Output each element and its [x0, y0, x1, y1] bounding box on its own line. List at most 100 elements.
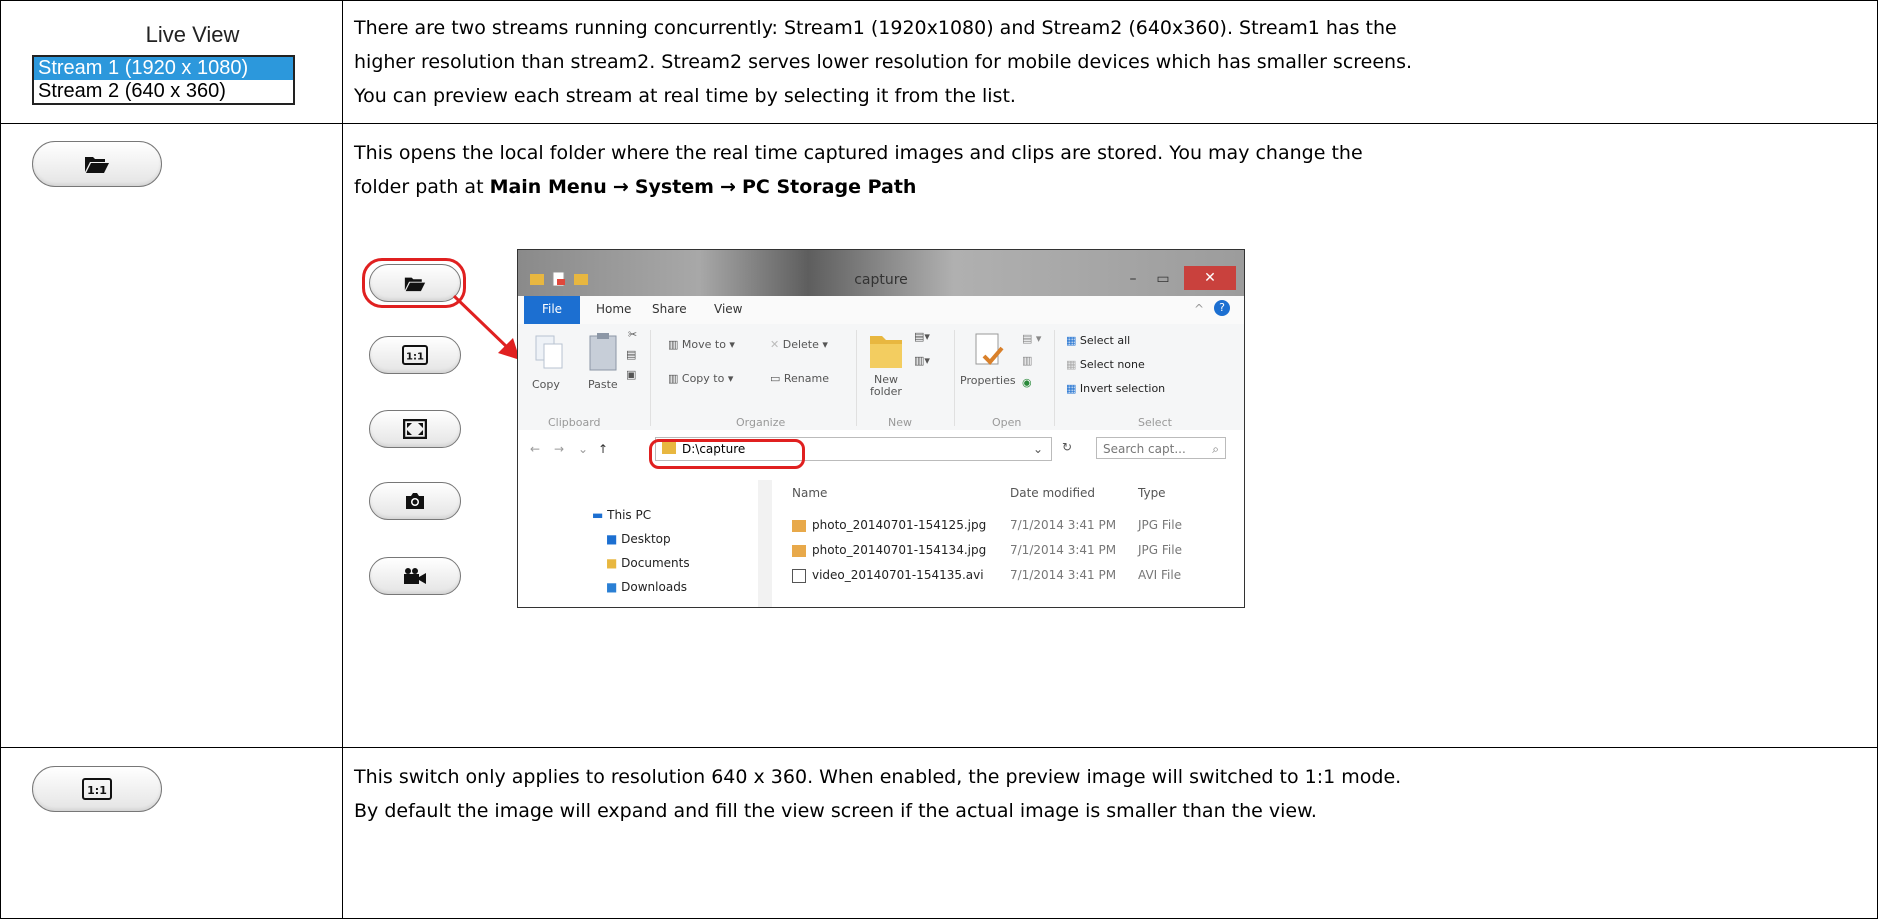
- camera-icon: [406, 493, 424, 509]
- tab-home[interactable]: Home: [596, 302, 631, 316]
- tree-item-this-pc[interactable]: ▬ This PC: [592, 508, 651, 522]
- tab-share[interactable]: Share: [652, 302, 687, 316]
- invert-selection-label: Invert selection: [1079, 382, 1166, 395]
- copy-to-button[interactable]: ▥ Copy to ▾: [668, 372, 733, 385]
- folder-icon: [85, 157, 109, 173]
- forward-icon[interactable]: →: [554, 442, 564, 456]
- easy-access-icon[interactable]: ▥▾: [914, 354, 930, 367]
- folder-icon: [404, 277, 426, 291]
- tree-label: Desktop: [621, 532, 671, 546]
- documents-icon: ■: [606, 556, 622, 570]
- minimize-icon[interactable]: –: [1120, 268, 1146, 290]
- rename-button[interactable]: ▭ Rename: [770, 372, 829, 385]
- cut-icon[interactable]: ✂: [628, 328, 637, 341]
- row1-description: There are two streams running concurrent…: [354, 11, 1864, 113]
- table-row-divider: [0, 747, 1878, 748]
- file-name: photo_20140701-154134.jpg: [812, 543, 987, 557]
- row1-line2: higher resolution than stream2. Stream2 …: [354, 51, 1413, 73]
- arrow-icon: →: [720, 176, 736, 198]
- tree-scrollbar[interactable]: [758, 480, 772, 607]
- maximize-icon[interactable]: ▭: [1150, 268, 1176, 290]
- illustration-fullscreen-button: [369, 410, 461, 448]
- rename-icon: ▭: [770, 372, 784, 385]
- stream-select-list[interactable]: Stream 1 (1920 x 1080) Stream 2 (640 x 3…: [32, 55, 295, 105]
- table-border-left: [0, 0, 1, 919]
- stream-option-1[interactable]: Stream 1 (1920 x 1080): [34, 57, 293, 80]
- column-date-modified[interactable]: Date modified: [1010, 486, 1095, 500]
- paste-icon[interactable]: [588, 332, 618, 372]
- live-view-title: Live View: [145, 22, 240, 47]
- illustration-1to1-button: 1:1: [369, 336, 461, 374]
- history-icon[interactable]: ◉: [1022, 376, 1032, 389]
- stream-option-2[interactable]: Stream 2 (640 x 360): [34, 80, 293, 103]
- delete-button[interactable]: ✕ Delete ▾: [770, 338, 828, 351]
- search-input[interactable]: Search capt... ⌕: [1096, 437, 1226, 459]
- ribbon-separator: [650, 330, 651, 426]
- group-open: Open: [992, 416, 1022, 429]
- row2-description: This opens the local folder where the re…: [354, 136, 1864, 204]
- jpg-file-icon: [792, 520, 806, 532]
- row1-line1: There are two streams running concurrent…: [354, 17, 1397, 39]
- tree-item-documents[interactable]: ■ Documents: [606, 556, 690, 570]
- path-main-menu: Main Menu: [489, 176, 607, 198]
- chevron-down-icon[interactable]: ⌄: [578, 442, 588, 456]
- jpg-file-icon: [792, 545, 806, 557]
- select-none-button[interactable]: ▦ Select none: [1066, 358, 1145, 371]
- invert-selection-button[interactable]: ▦ Invert selection: [1066, 382, 1165, 395]
- select-none-icon: ▦: [1066, 358, 1080, 371]
- paste-label: Paste: [588, 378, 618, 391]
- open-folder-button[interactable]: [32, 141, 162, 187]
- refresh-icon[interactable]: ↻: [1062, 440, 1072, 454]
- ribbon-separator: [856, 330, 857, 426]
- group-new: New: [888, 416, 912, 429]
- tree-label: This PC: [607, 508, 652, 522]
- tree-label: Downloads: [621, 580, 688, 594]
- copy-path-icon[interactable]: ▤: [626, 348, 636, 361]
- column-type[interactable]: Type: [1138, 486, 1166, 500]
- select-all-button[interactable]: ▦ Select all: [1066, 334, 1130, 347]
- up-icon[interactable]: ↑: [598, 442, 608, 456]
- properties-icon[interactable]: [974, 332, 1006, 370]
- column-name[interactable]: Name: [792, 486, 827, 500]
- new-item-icon[interactable]: ▤▾: [914, 330, 930, 343]
- computer-icon: ▬: [592, 508, 608, 522]
- file-name: photo_20140701-154125.jpg: [812, 518, 987, 532]
- group-clipboard: Clipboard: [548, 416, 601, 429]
- search-icon: ⌕: [1212, 442, 1219, 456]
- tab-file[interactable]: File: [524, 296, 580, 324]
- tree-item-desktop[interactable]: ■ Desktop: [606, 532, 671, 546]
- copy-icon[interactable]: [534, 334, 564, 372]
- edit-icon[interactable]: ▥: [1022, 354, 1032, 367]
- row3-description: This switch only applies to resolution 6…: [354, 760, 1864, 828]
- move-to-icon: ▥: [668, 338, 682, 351]
- move-to-button[interactable]: ▥ Move to ▾: [668, 338, 735, 351]
- chevron-up-icon[interactable]: ^: [1194, 302, 1204, 316]
- file-name: video_20140701-154135.avi: [812, 568, 984, 582]
- svg-text:1:1: 1:1: [406, 352, 424, 363]
- new-folder-icon[interactable]: [868, 330, 904, 370]
- address-row: ← → ⌄ ↑ D:\capture ⌄ ↻ Search capt... ⌕: [518, 430, 1244, 466]
- move-to-label: Move to: [681, 338, 726, 351]
- tree-item-downloads[interactable]: ■ Downloads: [606, 580, 687, 594]
- chevron-down-icon[interactable]: ⌄: [1033, 438, 1043, 460]
- close-icon[interactable]: ✕: [1184, 266, 1236, 290]
- ribbon: Copy Paste ✂ ▤ ▣ Clipboard ▥ Move to ▾ ✕…: [518, 324, 1244, 431]
- help-icon[interactable]: ?: [1214, 300, 1230, 316]
- highlight-ring: [649, 439, 805, 469]
- select-none-label: Select none: [1079, 358, 1145, 371]
- invert-selection-icon: ▦: [1066, 382, 1080, 395]
- illustration-folder-button: [369, 264, 461, 302]
- one-to-one-label: 1:1: [87, 784, 107, 797]
- delete-label: Delete: [782, 338, 819, 351]
- path-pc-storage: PC Storage Path: [741, 176, 917, 198]
- one-to-one-button[interactable]: 1:1: [32, 766, 162, 812]
- paste-shortcut-icon[interactable]: ▣: [626, 368, 636, 381]
- rename-label: Rename: [783, 372, 830, 385]
- file-type: AVI File: [1138, 568, 1182, 582]
- group-select: Select: [1138, 416, 1172, 429]
- tab-view[interactable]: View: [714, 302, 742, 316]
- open-icon[interactable]: ▤ ▾: [1022, 332, 1041, 345]
- fullscreen-icon: [403, 419, 427, 439]
- back-icon[interactable]: ←: [530, 442, 540, 456]
- table-border-top: [0, 0, 1878, 1]
